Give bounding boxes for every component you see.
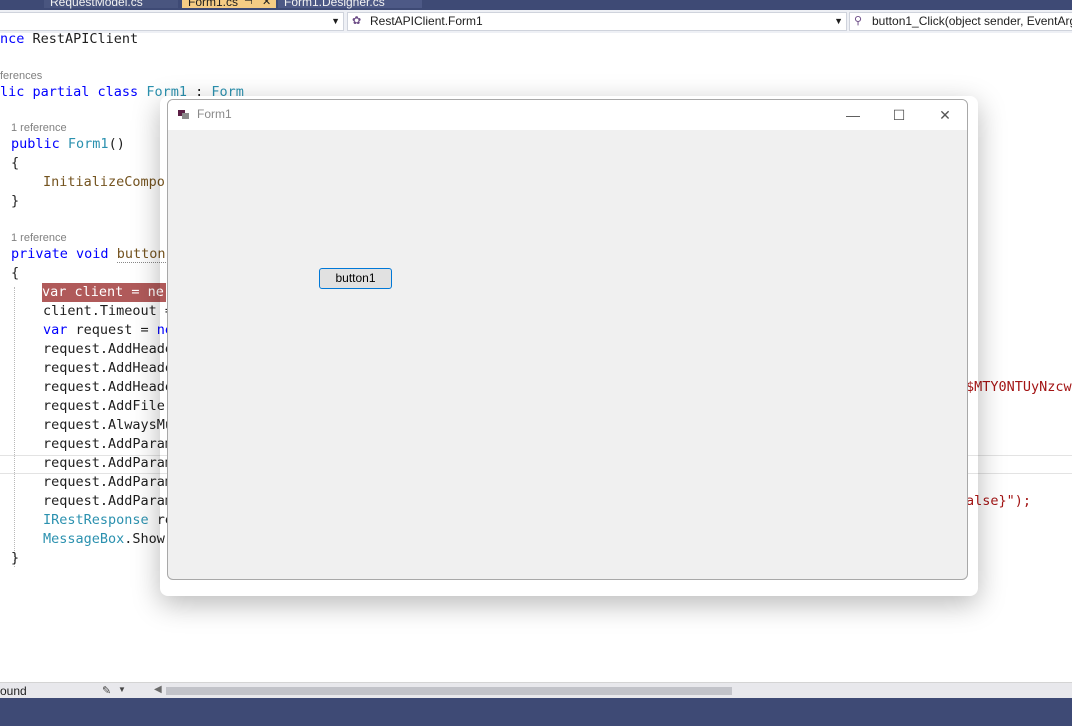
code-line-brace: { [11, 265, 20, 281]
code-line: request.AddParam [43, 493, 174, 509]
close-icon[interactable]: ✕ [262, 0, 271, 8]
code-line-brace: } [11, 550, 20, 566]
code-line-brace: { [11, 155, 20, 171]
code-line: request.AddParam [43, 474, 174, 490]
code-line: request.AddHeade [43, 341, 174, 357]
codelens-class[interactable]: ferences [0, 70, 42, 82]
brush-icon[interactable]: ✎ [102, 684, 111, 697]
window-title: Form1 [197, 107, 232, 121]
code-line: request.AddParam [43, 455, 174, 471]
method-icon: ⚲ [854, 15, 863, 27]
form1-window[interactable]: Form1 — ☐ ✕ button1 [167, 99, 968, 580]
horizontal-scrollbar-thumb[interactable] [166, 687, 732, 695]
code-line-brace: } [11, 193, 20, 209]
tab-form1-cs[interactable]: Form1.cs ⊣ ✕ [182, 0, 276, 8]
code-line-string-tail: $MTY0NTUyNzcwM [966, 379, 1072, 395]
code-line: var request = ne [43, 322, 174, 338]
app-icon [178, 110, 190, 120]
code-line: request.AddParam [43, 436, 174, 452]
code-line: request.AddHeade [43, 379, 174, 395]
code-line: request.AddFile( [43, 398, 174, 414]
scroll-left-icon[interactable]: ◀ [154, 684, 162, 695]
pin-icon[interactable]: ⊣ [244, 0, 253, 8]
chevron-down-icon: ▼ [834, 16, 843, 26]
codelens-ctor[interactable]: 1 reference [11, 122, 67, 134]
code-line-ctor: public Form1() [11, 136, 125, 152]
member-combo[interactable]: ⚲ button1_Click(object sender, EventArgs… [849, 12, 1072, 31]
chevron-down-icon: ▼ [331, 16, 340, 26]
code-line: request.AlwaysMu [43, 417, 174, 433]
code-line-string-tail: alse}"); [966, 493, 1032, 509]
code-line-init: InitializeCompor [43, 174, 174, 190]
class-icon: ✿ [352, 15, 362, 27]
code-line: MessageBox.Show( [43, 531, 174, 547]
issues-indicator[interactable]: ound [0, 684, 27, 698]
maximize-icon[interactable]: ☐ [876, 100, 922, 130]
status-bar [0, 698, 1072, 726]
tab-form1-designer[interactable]: Form1.Designer.cs [278, 0, 422, 8]
code-line: IRestResponse re [43, 512, 174, 528]
navigation-bar: ▼ ✿ RestAPIClient.Form1 ▼ ⚲ button1_Clic… [0, 10, 1072, 34]
breakpoint-line: var client = ne [42, 283, 166, 302]
minimize-icon[interactable]: — [830, 100, 876, 130]
type-combo[interactable]: ✿ RestAPIClient.Form1 ▼ [347, 12, 847, 31]
codelens-method[interactable]: 1 reference [11, 232, 67, 244]
form1-title-bar[interactable]: Form1 — ☐ ✕ [168, 100, 967, 130]
indent-guide [14, 287, 15, 567]
tab-requestmodel[interactable]: RequestModel.cs [44, 0, 178, 8]
close-icon[interactable]: ✕ [922, 100, 967, 130]
project-combo[interactable]: ▼ [0, 12, 344, 31]
document-tab-strip: RequestModel.cs Form1.cs ⊣ ✕ Form1.Desig… [0, 0, 1072, 10]
button1[interactable]: button1 [319, 268, 392, 289]
code-line: client.Timeout = [43, 303, 174, 319]
editor-bottom-bar: ound ✎ ▼ ◀ [0, 682, 1072, 699]
code-line-method: private void button1 [11, 246, 174, 263]
chevron-down-icon[interactable]: ▼ [118, 685, 126, 694]
code-line-namespace: nce RestAPIClient [0, 33, 139, 47]
code-line: request.AddHeade [43, 360, 174, 376]
